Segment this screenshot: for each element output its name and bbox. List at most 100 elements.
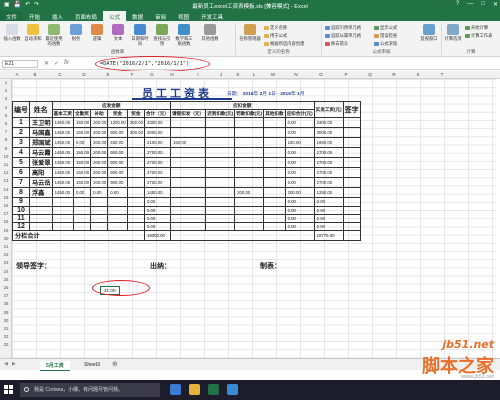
confirm-icon[interactable]: ✓ <box>54 60 59 67</box>
table-cell[interactable]: 0.00 <box>284 117 315 129</box>
header-signature[interactable]: 签字 <box>342 100 361 119</box>
table-cell[interactable] <box>126 187 145 199</box>
cancel-icon[interactable]: ✕ <box>44 60 49 67</box>
table-cell[interactable]: 3300.00 <box>313 117 344 129</box>
table-cell[interactable]: 1450.00 <box>51 157 74 169</box>
column-title[interactable]: 基本工资 <box>51 109 74 119</box>
table-cell[interactable]: 2100.00 <box>143 137 171 149</box>
table-cell[interactable] <box>263 117 286 129</box>
employee-name[interactable]: 张爱翠 <box>29 157 53 169</box>
table-cell[interactable] <box>90 213 109 223</box>
tab-view[interactable]: 视图 <box>172 11 195 21</box>
table-cell[interactable]: 2700.00 <box>143 157 171 169</box>
column-header[interactable]: L <box>246 72 262 77</box>
row-header[interactable]: 21 <box>0 244 12 249</box>
table-cell[interactable] <box>126 177 145 189</box>
table-cell[interactable] <box>263 127 286 139</box>
row-number[interactable]: 12 <box>12 221 30 232</box>
row-header[interactable]: 13 <box>0 178 12 183</box>
table-cell[interactable]: 2700.00 <box>313 147 344 159</box>
employee-name[interactable] <box>29 197 53 207</box>
table-cell[interactable] <box>51 213 74 223</box>
table-cell[interactable] <box>205 187 236 199</box>
table-cell[interactable]: 1450.00 <box>51 147 74 159</box>
row-header[interactable]: 31 <box>0 326 12 331</box>
table-cell[interactable] <box>263 157 286 169</box>
row-header[interactable]: 17 <box>0 211 12 216</box>
sheet-tab-may-salary[interactable]: 5月工资 <box>40 361 70 371</box>
sheet-tab-sheet3[interactable]: Sheet3 <box>78 361 106 369</box>
row-number[interactable]: 11 <box>12 213 30 223</box>
table-cell[interactable] <box>51 205 74 215</box>
column-header[interactable]: T <box>430 72 454 77</box>
use-in-formula-button[interactable]: 用于公式 <box>264 33 287 39</box>
table-cell[interactable] <box>205 213 236 223</box>
row-header[interactable]: 25 <box>0 277 12 282</box>
table-cell[interactable] <box>205 117 236 129</box>
table-cell[interactable] <box>263 167 286 179</box>
row-number[interactable]: 7 <box>12 177 30 189</box>
column-header[interactable]: G <box>144 72 160 77</box>
column-header[interactable]: J <box>212 72 230 77</box>
table-cell[interactable]: 150.00 <box>72 127 92 139</box>
table-cell[interactable] <box>126 197 145 207</box>
header-actual-pay[interactable]: 实发工资(元) <box>313 100 344 119</box>
table-cell[interactable]: 150.00 <box>72 117 92 129</box>
table-cell[interactable] <box>205 137 236 149</box>
table-cell[interactable] <box>169 177 207 189</box>
watch-window-button[interactable]: 监视窗口 <box>418 24 440 41</box>
table-cell[interactable]: 900.00 <box>107 167 128 179</box>
column-header[interactable]: N <box>284 72 308 77</box>
row-header[interactable]: 18 <box>0 219 12 224</box>
table-cell[interactable] <box>263 137 286 149</box>
table-cell[interactable]: 900.00 <box>107 157 128 169</box>
table-cell[interactable] <box>205 157 236 169</box>
column-title[interactable]: 罚款扣款(元) <box>234 109 265 119</box>
table-cell[interactable] <box>169 205 207 215</box>
table-cell[interactable] <box>263 147 286 159</box>
table-cell[interactable] <box>169 167 207 179</box>
table-cell[interactable] <box>234 147 265 159</box>
lookup-reference-button[interactable]: 查找与引用 <box>152 24 172 46</box>
row-header[interactable]: 33 <box>0 342 12 347</box>
next-sheet-icon[interactable]: ▶ <box>12 361 16 367</box>
header-index[interactable]: 编号 <box>12 100 30 119</box>
table-cell[interactable] <box>234 205 265 215</box>
signature-cell[interactable] <box>342 221 361 232</box>
table-cell[interactable]: 1950.00 <box>313 137 344 149</box>
table-cell[interactable]: 0.00 <box>313 221 344 232</box>
tab-formulas[interactable]: 公式 <box>103 11 127 21</box>
table-cell[interactable]: 200.00 <box>90 127 109 139</box>
table-cell[interactable] <box>126 167 145 179</box>
signature-cell[interactable] <box>342 213 361 223</box>
table-cell[interactable] <box>263 213 286 223</box>
table-cell[interactable]: 200.00 <box>90 137 109 149</box>
row-number[interactable]: 6 <box>12 167 30 179</box>
show-formulas-button[interactable]: 显示公式 <box>374 25 397 31</box>
table-cell[interactable] <box>205 221 236 232</box>
column-title[interactable]: 请假扣发（元） <box>169 109 207 119</box>
table-cell[interactable] <box>263 177 286 189</box>
table-cell[interactable]: 150.00 <box>72 157 92 169</box>
table-cell[interactable] <box>263 187 286 199</box>
column-header[interactable]: C <box>48 72 72 77</box>
table-cell[interactable]: 150.00 <box>72 167 92 179</box>
financial-button[interactable]: 财务 <box>66 24 86 41</box>
insert-function-button[interactable]: 插入函数 <box>2 24 22 41</box>
table-cell[interactable] <box>205 147 236 159</box>
table-cell[interactable]: 3300.00 <box>143 117 171 129</box>
help-button[interactable]: ? <box>456 1 459 8</box>
table-cell[interactable] <box>263 221 286 232</box>
table-cell[interactable] <box>72 213 92 223</box>
table-cell[interactable]: 200.00 <box>234 187 265 199</box>
table-cell[interactable]: 0.00 <box>284 197 315 207</box>
row-header[interactable]: 30 <box>0 318 12 323</box>
table-cell[interactable]: 150.00 <box>169 137 207 149</box>
table-cell[interactable]: 0.00 <box>143 205 171 215</box>
column-title[interactable]: 合计（元） <box>143 109 171 119</box>
header-deductions[interactable]: 应扣金额 <box>169 100 315 111</box>
table-cell[interactable]: 0.00 <box>143 197 171 207</box>
table-cell[interactable]: 1450.00 <box>51 117 74 129</box>
row-header[interactable]: 15 <box>0 195 12 200</box>
table-cell[interactable] <box>126 157 145 169</box>
